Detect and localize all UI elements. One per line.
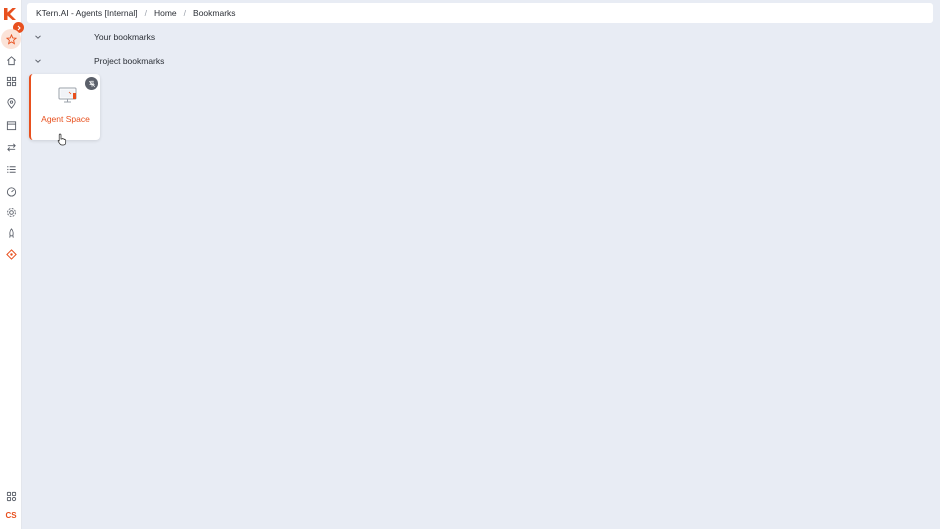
sidebar-item-list[interactable] [5, 163, 17, 175]
sidebar-item-settings[interactable] [5, 206, 17, 218]
calendar-icon [6, 120, 16, 130]
sidebar-item-roadmap[interactable] [5, 97, 17, 109]
dashboard-gauge-icon [6, 186, 16, 197]
agent-diamond-icon [5, 248, 17, 260]
sidebar-item-calendar[interactable] [5, 119, 17, 131]
hand-cursor-icon [57, 133, 67, 146]
section-project-bookmarks[interactable]: Project bookmarks [30, 54, 530, 68]
section-title: Your bookmarks [94, 32, 156, 42]
sidebar-item-launch[interactable] [5, 227, 17, 239]
bookmark-name[interactable]: Agent Space [31, 114, 100, 124]
unpin-icon [88, 80, 95, 87]
settings-gear-icon [6, 207, 16, 217]
user-avatar[interactable]: CS [3, 510, 19, 522]
breadcrumb-separator: / [183, 8, 187, 18]
unpin-bookmark-button[interactable] [85, 77, 98, 90]
breadcrumb-home[interactable]: Home [154, 8, 177, 18]
apps-icon [6, 491, 16, 501]
sidebar-item-apps[interactable] [5, 490, 17, 502]
ktern-logo-icon[interactable] [3, 7, 17, 21]
sidebar-rail: CS [0, 0, 24, 529]
section-your-bookmarks[interactable]: Your bookmarks [30, 30, 530, 44]
sidebar-item-home[interactable] [5, 54, 17, 66]
star-icon [5, 33, 17, 45]
sidebar-item-bookmarks[interactable] [5, 33, 17, 45]
breadcrumb-current: Bookmarks [193, 8, 236, 18]
list-icon [6, 165, 16, 173]
sidebar-item-modules[interactable] [5, 75, 17, 87]
grid-icon [6, 76, 16, 86]
monitor-icon [58, 87, 77, 103]
bookmark-card-agent-space[interactable]: Agent Space [29, 74, 100, 140]
transfer-arrows-icon [6, 143, 16, 151]
section-title: Project bookmarks [94, 56, 165, 66]
home-icon [6, 55, 16, 65]
sidebar-item-agents[interactable] [5, 248, 17, 260]
breadcrumb-separator: / [144, 8, 147, 18]
breadcrumb: KTern.AI - Agents [Internal] / Home / Bo… [27, 3, 933, 23]
chevron-down-icon[interactable] [33, 56, 43, 66]
location-pin-icon [6, 97, 16, 109]
sidebar-item-transfers[interactable] [5, 141, 17, 153]
breadcrumb-workspace[interactable]: KTern.AI - Agents [Internal] [36, 8, 138, 18]
sidebar-item-dashboard[interactable] [5, 185, 17, 197]
rocket-icon [8, 227, 14, 238]
chevron-down-icon[interactable] [33, 32, 43, 42]
